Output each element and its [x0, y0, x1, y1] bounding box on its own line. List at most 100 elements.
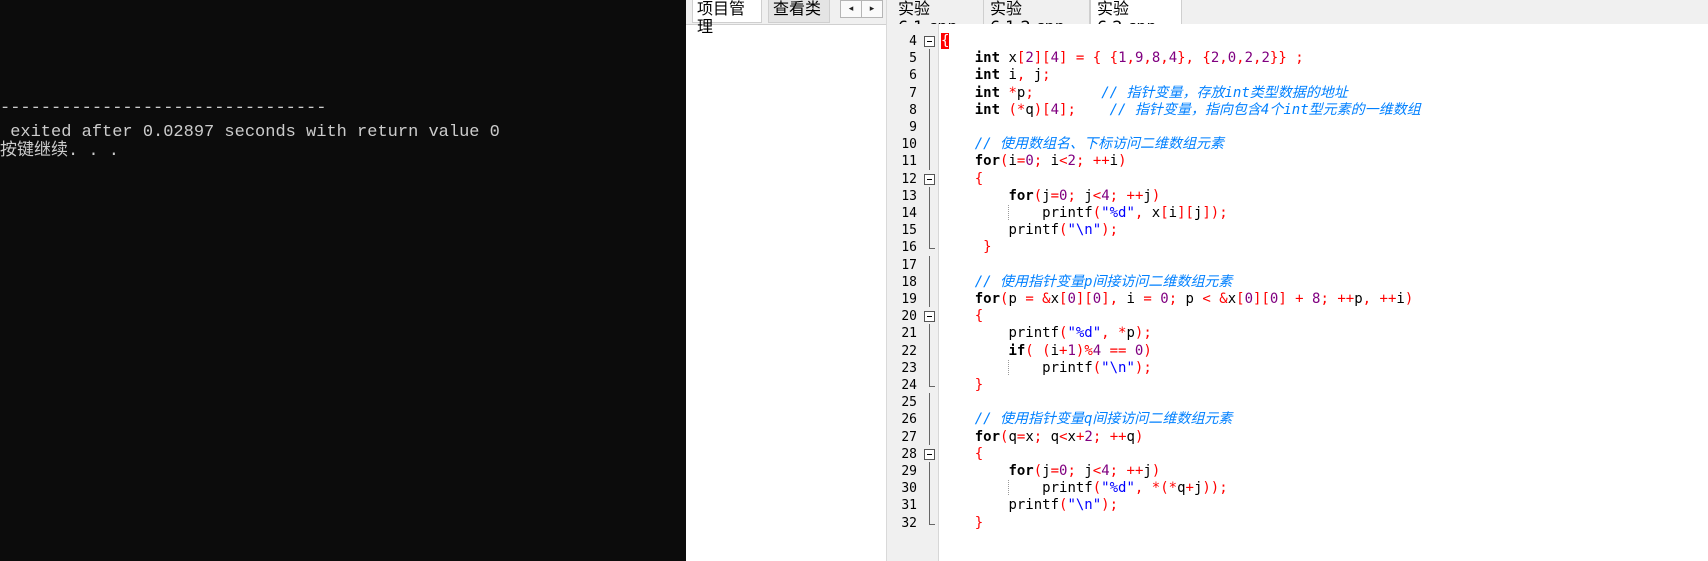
arrow-right-icon: ▸ [869, 4, 875, 14]
code-token: ); [1134, 325, 1152, 342]
code-token: ] = { { [1059, 50, 1119, 67]
line-number: 26 [901, 412, 917, 428]
code-token: 4 [1050, 101, 1060, 118]
tab-file-6-1[interactable]: 实验6.1.cpp [892, 0, 984, 36]
code-line: int i, j; [941, 66, 1051, 85]
code-token: j [1042, 187, 1051, 204]
code-token: ; [1025, 84, 1034, 101]
code-token: ) [1134, 428, 1144, 445]
code-token: q [1008, 428, 1017, 445]
line-number: 14 [901, 206, 917, 221]
code-token: = [1050, 463, 1060, 479]
code-line: printf("%d", *(*q+j)); [941, 479, 1228, 498]
code-token: = & [1025, 291, 1051, 307]
code-token: for [1008, 187, 1034, 204]
line-number: 28 [901, 446, 917, 462]
fold-guide-line [929, 49, 930, 67]
code-line: int (*q)[4]; // 指针变量，指向包含4个int型元素的一维数组 [941, 101, 1421, 120]
fold-guide-line [929, 238, 930, 249]
code-text-area[interactable]: { int x[2][4] = { {1,9,8,4}, {2,0,2,2}} … [939, 24, 1708, 561]
code-token: int [974, 84, 1001, 101]
code-token: 4 [1101, 463, 1110, 479]
code-token: ; [1320, 291, 1329, 307]
code-token: , [1101, 325, 1110, 342]
code-token: ; [1067, 187, 1076, 204]
code-token: q [1042, 428, 1060, 445]
line-number: 12 [901, 171, 917, 187]
fold-guide-line [929, 358, 930, 376]
code-token: ], [1101, 291, 1119, 307]
console-continue-prompt: 按键继续. . . [0, 142, 120, 161]
tab-file-6-1-2[interactable]: 实验6.1.2.cpp [984, 0, 1090, 36]
code-token: + [1185, 480, 1194, 497]
line-number: 21 [901, 326, 917, 342]
code-token: ; [1109, 463, 1119, 479]
indent-guide [1008, 359, 1009, 375]
fold-collapse-icon[interactable] [924, 448, 935, 460]
code-token: ][ [1253, 291, 1270, 307]
code-token: 4 [1101, 187, 1110, 204]
indent-guide [1008, 205, 1009, 221]
code-line: } [941, 238, 992, 257]
code-token: ( [1033, 463, 1043, 479]
line-number: 30 [901, 481, 917, 497]
code-comment: // 使用指针变量q间接访问二维数组元素 [974, 411, 1233, 428]
code-token: 0 [1227, 50, 1237, 67]
line-number: 25 [901, 395, 917, 411]
code-token: p [1008, 291, 1026, 307]
code-token: }} ; [1269, 50, 1304, 67]
editor-tab-bar: 实验6.1.cpp 实验6.1.2.cpp 实验6.2.cpp [887, 0, 1708, 36]
code-token: for [974, 153, 1001, 170]
code-token: printf [1008, 222, 1060, 239]
fold-end-marker [929, 386, 935, 387]
fold-guide-line [929, 496, 930, 514]
tab-project-manager[interactable]: 项目管理 [692, 0, 762, 36]
code-token: printf [1008, 325, 1060, 342]
line-number: 6 [909, 68, 917, 84]
code-token: j [1042, 463, 1051, 479]
code-token: (* [1008, 101, 1026, 118]
code-token: i [1050, 342, 1060, 359]
code-token: 2 [1244, 50, 1254, 67]
code-comment: // 使用指针变量p间接访问二维数组元素 [974, 273, 1233, 290]
next-tab-button[interactable]: ▸ [861, 0, 883, 18]
prev-tab-button[interactable]: ◂ [840, 0, 862, 18]
fold-collapse-icon[interactable] [924, 311, 935, 323]
code-line: // 使用数组名、下标访问二维数组元素 [941, 135, 1224, 154]
code-token: printf [1042, 480, 1093, 497]
code-token: "\n" [1067, 497, 1102, 514]
fold-guide-line [929, 513, 930, 524]
code-token: } [983, 239, 992, 256]
tab-class-view[interactable]: 查看类 [768, 0, 830, 23]
code-token: < [1092, 463, 1102, 479]
code-token: ) [1151, 187, 1161, 204]
code-token: 8 [1151, 50, 1161, 67]
code-token: j [1143, 463, 1152, 479]
code-token: j [1075, 463, 1093, 479]
line-number: 9 [909, 120, 917, 135]
console-window: -------------------------------- exited … [0, 0, 686, 561]
fold-collapse-icon[interactable] [924, 36, 935, 47]
code-line: int *p; // 指针变量，存放int类型数据的地址 [941, 84, 1348, 103]
code-token: = [1050, 187, 1060, 204]
fold-collapse-icon[interactable] [924, 173, 935, 185]
code-token: , [1143, 50, 1152, 67]
line-number: 24 [901, 378, 917, 393]
fold-guide-line [929, 324, 930, 342]
tab-file-6-2[interactable]: 实验6.2.cpp [1090, 0, 1182, 36]
fold-guide-line [929, 135, 930, 153]
code-token: ++ [1092, 153, 1110, 170]
fold-guide-line [929, 83, 930, 101]
